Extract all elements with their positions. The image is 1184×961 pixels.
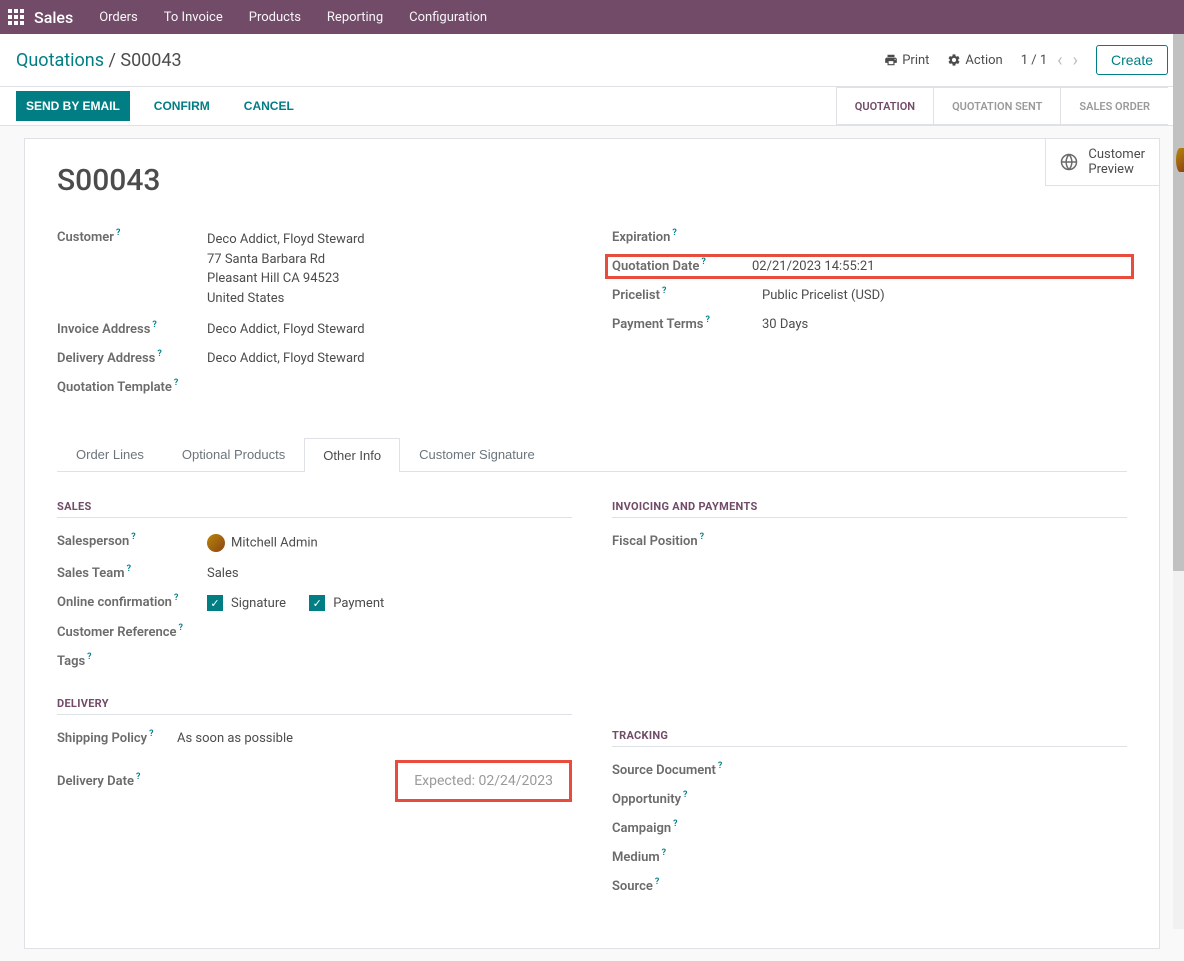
- pager-value[interactable]: 1 / 1: [1021, 53, 1047, 68]
- tab-order-lines[interactable]: Order Lines: [57, 437, 163, 471]
- label-quotation-template: Quotation Template?: [57, 380, 207, 395]
- print-icon: [884, 53, 898, 67]
- section-invoicing-heading: INVOICING AND PAYMENTS: [612, 500, 1127, 518]
- tabs: Order Lines Optional Products Other Info…: [57, 437, 1127, 472]
- value-shipping-policy[interactable]: As soon as possible: [177, 731, 293, 746]
- section-delivery: DELIVERY Shipping Policy? As soon as pos…: [57, 697, 572, 802]
- label-delivery-address: Delivery Address?: [57, 351, 207, 366]
- section-invoicing: INVOICING AND PAYMENTS Fiscal Position?: [612, 500, 1127, 549]
- label-customer: Customer?: [57, 230, 207, 245]
- tab-other-info[interactable]: Other Info: [304, 438, 400, 472]
- user-avatar-icon[interactable]: [1176, 148, 1184, 172]
- label-delivery-date: Delivery Date?: [57, 774, 177, 789]
- create-button[interactable]: Create: [1096, 45, 1168, 75]
- nav-products[interactable]: Products: [249, 10, 301, 25]
- value-payment-terms[interactable]: 30 Days: [762, 317, 808, 332]
- apps-icon[interactable]: [8, 9, 24, 25]
- value-pricelist[interactable]: Public Pricelist (USD): [762, 288, 885, 303]
- value-salesperson[interactable]: Mitchell Admin: [207, 534, 318, 552]
- section-delivery-heading: DELIVERY: [57, 697, 572, 715]
- label-fiscal-position: Fiscal Position?: [612, 534, 762, 549]
- section-sales-heading: SALES: [57, 500, 572, 518]
- breadcrumb-current: S00043: [120, 50, 181, 71]
- value-expected-date[interactable]: Expected: 02/24/2023: [414, 773, 553, 789]
- cp-right: Print Action 1 / 1 ‹ › Create: [884, 45, 1168, 75]
- nav-orders[interactable]: Orders: [99, 10, 138, 25]
- scrollbar-thumb[interactable]: [1173, 34, 1184, 571]
- label-customer-reference: Customer Reference?: [57, 625, 207, 640]
- step-quotation-sent[interactable]: QUOTATION SENT: [933, 87, 1060, 125]
- record-name: S00043: [57, 163, 1127, 198]
- send-by-email-button[interactable]: SEND BY EMAIL: [16, 91, 130, 121]
- label-tags: Tags?: [57, 654, 207, 669]
- label-medium: Medium?: [612, 850, 762, 865]
- label-source-document: Source Document?: [612, 763, 762, 778]
- breadcrumb: Quotations / S00043: [16, 50, 182, 71]
- label-salesperson: Salesperson?: [57, 534, 207, 549]
- step-quotation[interactable]: QUOTATION: [836, 87, 933, 125]
- highlight-expected-date: Expected: 02/24/2023: [395, 760, 572, 802]
- section-tracking-heading: TRACKING: [612, 729, 1127, 747]
- label-invoice-address: Invoice Address?: [57, 322, 207, 337]
- nav-menu: Orders To Invoice Products Reporting Con…: [99, 10, 487, 25]
- label-shipping-policy: Shipping Policy?: [57, 731, 177, 746]
- print-button[interactable]: Print: [884, 53, 929, 68]
- pager-prev-icon[interactable]: ‹: [1057, 50, 1062, 71]
- pager-next-icon[interactable]: ›: [1073, 50, 1078, 71]
- checkbox-payment[interactable]: ✓: [309, 595, 325, 611]
- value-delivery-address[interactable]: Deco Addict, Floyd Steward: [207, 351, 365, 366]
- label-expiration: Expiration?: [612, 230, 762, 245]
- value-sales-team[interactable]: Sales: [207, 566, 239, 581]
- label-opportunity: Opportunity?: [612, 792, 762, 807]
- statusbar: SEND BY EMAIL CONFIRM CANCEL QUOTATION Q…: [0, 87, 1184, 126]
- value-online-confirmation: ✓Signature ✓Payment: [207, 595, 404, 611]
- avatar-icon: [207, 534, 225, 552]
- section-sales: SALES Salesperson? Mitchell Admin Sales …: [57, 500, 572, 669]
- customer-preview-button[interactable]: Customer Preview: [1045, 139, 1159, 186]
- highlight-quotation-date: Quotation Date? 02/21/2023 14:55:21: [605, 254, 1134, 279]
- pager: 1 / 1 ‹ ›: [1021, 50, 1078, 71]
- checkbox-signature[interactable]: ✓: [207, 595, 223, 611]
- label-payment-terms: Payment Terms?: [612, 317, 762, 332]
- globe-icon: [1060, 153, 1078, 171]
- step-sales-order[interactable]: SALES ORDER: [1060, 87, 1168, 125]
- value-invoice-address[interactable]: Deco Addict, Floyd Steward: [207, 322, 365, 337]
- label-pricelist: Pricelist?: [612, 288, 762, 303]
- action-button[interactable]: Action: [947, 53, 1002, 68]
- sheet: Customer Preview S00043 Customer? Deco A…: [24, 138, 1160, 949]
- confirm-button[interactable]: CONFIRM: [144, 91, 220, 121]
- status-steps: QUOTATION QUOTATION SENT SALES ORDER: [836, 87, 1168, 125]
- section-tracking: TRACKING Source Document? Opportunity? C…: [612, 729, 1127, 894]
- label-source: Source?: [612, 879, 762, 894]
- value-quotation-date[interactable]: 02/21/2023 14:55:21: [752, 259, 875, 274]
- label-quotation-date: Quotation Date?: [612, 259, 752, 274]
- label-campaign: Campaign?: [612, 821, 762, 836]
- nav-reporting[interactable]: Reporting: [327, 10, 383, 25]
- nav-configuration[interactable]: Configuration: [409, 10, 487, 25]
- tab-customer-signature[interactable]: Customer Signature: [400, 437, 554, 471]
- breadcrumb-root[interactable]: Quotations: [16, 50, 104, 71]
- label-online-confirmation: Online confirmation?: [57, 595, 207, 610]
- control-panel: Quotations / S00043 Print Action 1 / 1 ‹…: [0, 34, 1184, 87]
- sheet-bg: Customer Preview S00043 Customer? Deco A…: [0, 126, 1184, 961]
- label-sales-team: Sales Team?: [57, 566, 207, 581]
- brand-label[interactable]: Sales: [34, 8, 73, 27]
- status-buttons: SEND BY EMAIL CONFIRM CANCEL: [16, 87, 304, 125]
- topbar: Sales Orders To Invoice Products Reporti…: [0, 0, 1184, 34]
- tab-optional-products[interactable]: Optional Products: [163, 437, 304, 471]
- value-customer[interactable]: Deco Addict, Floyd Steward 77 Santa Barb…: [207, 230, 365, 308]
- nav-to-invoice[interactable]: To Invoice: [164, 10, 223, 25]
- gear-icon: [947, 53, 961, 67]
- cancel-button[interactable]: CANCEL: [234, 91, 304, 121]
